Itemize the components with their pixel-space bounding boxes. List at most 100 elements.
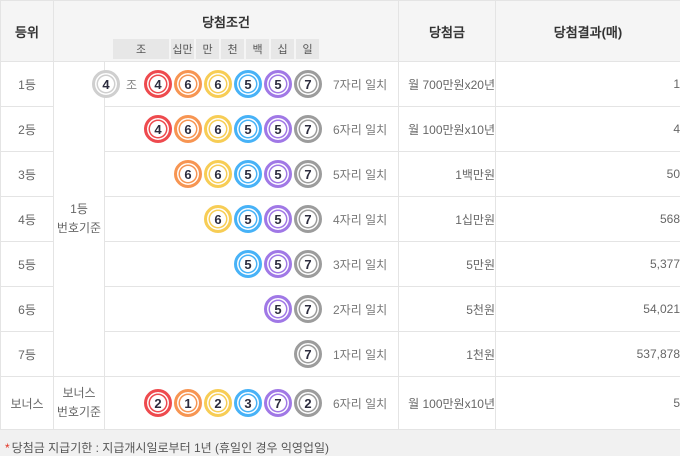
number-ball-il: 2 <box>294 389 322 417</box>
match-condition-label: 4자리 일치 <box>333 211 395 228</box>
prize-amount-cell: 월 100만원x10년 <box>399 377 496 430</box>
prize-results-table: 등위 당첨조건 조십만만천백십일 당첨금 당첨결과(매) 1등1등번호기준4조4… <box>0 0 680 430</box>
prize-amount-cell: 월 700만원x20년 <box>399 62 496 107</box>
number-ball-il: 7 <box>294 70 322 98</box>
number-ball-sip: 5 <box>264 205 292 233</box>
match-condition-label: 3자리 일치 <box>333 256 395 273</box>
condition-cell: 65574자리 일치 <box>105 197 399 242</box>
digit-place-label: 십만 <box>171 39 194 59</box>
asterisk-mark: * <box>5 441 10 455</box>
winner-count-cell: 50 <box>496 152 680 197</box>
rank-cell: 5등 <box>1 242 54 287</box>
condition-cell: 4조4665577자리 일치 <box>105 62 399 107</box>
bonus-basis-cell: 보너스번호기준 <box>54 377 105 430</box>
rank-cell: 7등 <box>1 332 54 377</box>
winning-number-balls: 7 <box>294 340 322 368</box>
digit-place-label: 백 <box>246 39 269 59</box>
number-ball-il: 7 <box>294 115 322 143</box>
digit-place-label: 만 <box>196 39 219 59</box>
rank-cell: 2등 <box>1 107 54 152</box>
first-prize-basis-cell: 1등번호기준 <box>54 62 105 377</box>
column-header-condition: 당첨조건 조십만만천백십일 <box>54 1 399 62</box>
winner-count-cell: 537,878 <box>496 332 680 377</box>
winner-count-cell: 1 <box>496 62 680 107</box>
winner-count-cell: 5 <box>496 377 680 430</box>
number-ball-cheon: 6 <box>204 205 232 233</box>
match-condition-label: 6자리 일치 <box>333 395 395 412</box>
prize-row: 1등1등번호기준4조4665577자리 일치월 700만원x20년1 <box>1 62 680 107</box>
number-ball-sip: 5 <box>264 295 292 323</box>
rank-cell: 6등 <box>1 287 54 332</box>
prize-amount-cell: 5천원 <box>399 287 496 332</box>
digit-place-label: 일 <box>296 39 319 59</box>
number-ball-sibman: 4 <box>144 70 172 98</box>
match-condition-label: 6자리 일치 <box>333 121 395 138</box>
bonus-row: 보너스보너스번호기준2123726자리 일치월 100만원x10년5 <box>1 377 680 430</box>
number-ball-baek: 3 <box>234 389 262 417</box>
number-ball-sip: 5 <box>264 160 292 188</box>
match-condition-label: 5자리 일치 <box>333 166 395 183</box>
rank-cell: 3등 <box>1 152 54 197</box>
match-condition-label: 7자리 일치 <box>333 76 395 93</box>
condition-cell: 2123726자리 일치 <box>105 377 399 430</box>
number-ball-man: 6 <box>174 160 202 188</box>
number-ball-baek: 5 <box>234 115 262 143</box>
condition-cell: 665575자리 일치 <box>105 152 399 197</box>
prize-amount-cell: 1천원 <box>399 332 496 377</box>
number-ball-baek: 5 <box>234 160 262 188</box>
number-ball-il: 7 <box>294 250 322 278</box>
digit-place-label: 천 <box>221 39 244 59</box>
winning-number-balls: 66557 <box>174 160 322 188</box>
number-ball-baek: 5 <box>234 70 262 98</box>
condition-cell: 572자리 일치 <box>105 287 399 332</box>
number-ball-sip: 5 <box>264 250 292 278</box>
group-label-line: 번호기준 <box>54 219 104 238</box>
number-ball-cheon: 6 <box>204 70 232 98</box>
winner-count-cell: 4 <box>496 107 680 152</box>
number-ball-man: 1 <box>174 389 202 417</box>
rank-cell: 보너스 <box>1 377 54 430</box>
jo-unit-label: 조 <box>126 76 137 93</box>
number-ball-man: 6 <box>174 70 202 98</box>
number-ball-sip: 5 <box>264 115 292 143</box>
group-label-line: 보너스 <box>54 384 104 403</box>
number-ball-cheon: 6 <box>204 160 232 188</box>
table-body: 등위 당첨조건 조십만만천백십일 당첨금 당첨결과(매) 1등1등번호기준4조4… <box>1 1 680 430</box>
table-header-row: 등위 당첨조건 조십만만천백십일 당첨금 당첨결과(매) <box>1 1 680 62</box>
winning-number-balls: 557 <box>234 250 322 278</box>
number-ball-baek: 5 <box>234 250 262 278</box>
winning-number-balls: 6557 <box>204 205 322 233</box>
rank-cell: 4등 <box>1 197 54 242</box>
condition-cell: 5573자리 일치 <box>105 242 399 287</box>
prize-amount-cell: 1십만원 <box>399 197 496 242</box>
condition-cell: 7 1자리 일치 <box>105 332 399 377</box>
match-condition-label: 1자리 일치 <box>333 346 395 363</box>
winning-number-balls: 466557 <box>144 115 322 143</box>
match-condition-label: 2자리 일치 <box>333 301 395 318</box>
number-ball-il: 7 <box>294 340 322 368</box>
condition-cell: 4665576자리 일치 <box>105 107 399 152</box>
winning-number-balls: 4조466557 <box>92 70 322 98</box>
condition-title: 당첨조건 <box>54 3 398 39</box>
winner-count-cell: 5,377 <box>496 242 680 287</box>
number-ball-sibman: 4 <box>144 115 172 143</box>
number-ball-man: 6 <box>174 115 202 143</box>
column-header-result: 당첨결과(매) <box>496 1 680 62</box>
column-header-rank: 등위 <box>1 1 54 62</box>
number-ball-sip: 5 <box>264 70 292 98</box>
digit-place-strip: 조십만만천백십일 <box>113 39 398 59</box>
digit-place-label: 십 <box>271 39 294 59</box>
payment-deadline-footnote: *당첨금 지급기한 : 지급개시일로부터 1년 (휴일인 경우 익영업일) <box>5 439 680 456</box>
group-label-line: 번호기준 <box>54 403 104 422</box>
prize-amount-cell: 월 100만원x10년 <box>399 107 496 152</box>
number-ball-sibman: 2 <box>144 389 172 417</box>
column-header-prize: 당첨금 <box>399 1 496 62</box>
prize-amount-cell: 5만원 <box>399 242 496 287</box>
winning-number-balls: 212372 <box>144 389 322 417</box>
number-ball-sip: 7 <box>264 389 292 417</box>
number-ball-il: 7 <box>294 160 322 188</box>
winner-count-cell: 568 <box>496 197 680 242</box>
number-ball-cheon: 2 <box>204 389 232 417</box>
digit-place-label: 조 <box>113 39 169 59</box>
winner-count-cell: 54,021 <box>496 287 680 332</box>
